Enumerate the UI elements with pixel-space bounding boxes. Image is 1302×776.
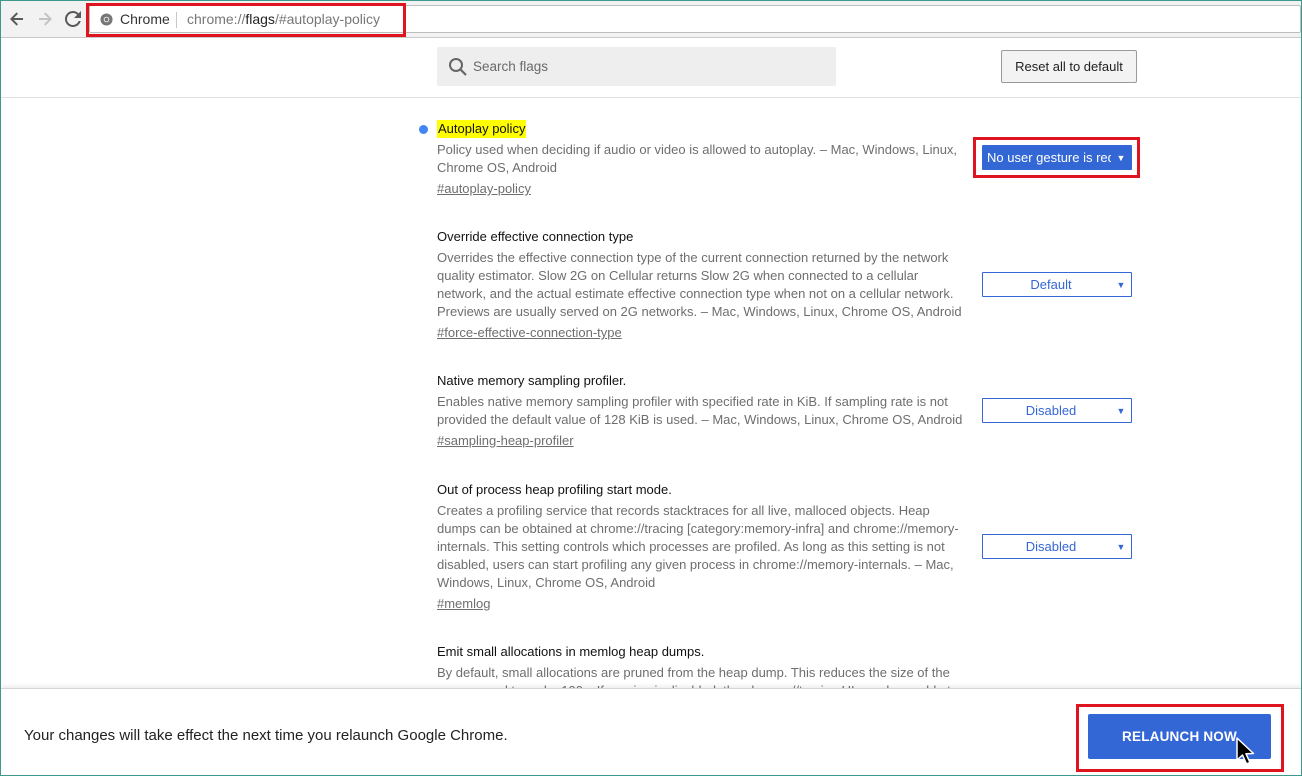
forward-button[interactable] bbox=[35, 9, 55, 29]
relaunch-message: Your changes will take effect the next t… bbox=[24, 727, 508, 744]
experiment-description: Creates a profiling service that records… bbox=[437, 503, 959, 590]
experiment-title: Native memory sampling profiler. bbox=[437, 373, 627, 388]
chevron-down-icon: ▼ bbox=[1116, 541, 1126, 552]
experiment-autoplay-policy: Autoplay policy Policy used when decidin… bbox=[437, 120, 977, 198]
reload-button[interactable] bbox=[63, 9, 83, 29]
arrow-left-icon bbox=[10, 12, 23, 26]
browser-window: Chrome chrome://flags/#autoplay-policy R… bbox=[0, 0, 1302, 776]
experiment-description: Policy used when deciding if audio or vi… bbox=[437, 142, 958, 175]
connection-type-select[interactable]: Default ▼ bbox=[982, 272, 1132, 297]
search-input[interactable] bbox=[473, 47, 813, 86]
experiment-link[interactable]: #sampling-heap-profiler bbox=[437, 432, 574, 450]
back-button[interactable] bbox=[7, 9, 27, 29]
arrow-right-icon bbox=[39, 12, 52, 26]
reset-all-button[interactable]: Reset all to default bbox=[1001, 50, 1137, 83]
mouse-cursor-icon bbox=[1236, 737, 1255, 765]
select-value: Disabled bbox=[1025, 403, 1077, 418]
experiment-title: Override effective connection type bbox=[437, 229, 634, 244]
chevron-down-icon: ▼ bbox=[1116, 405, 1126, 416]
relaunch-bar: Your changes will take effect the next t… bbox=[1, 688, 1301, 775]
chevron-down-icon: ▼ bbox=[1116, 279, 1126, 290]
experiment-memlog: Out of process heap profiling start mode… bbox=[437, 481, 977, 613]
browser-toolbar: Chrome chrome://flags/#autoplay-policy bbox=[1, 1, 1301, 38]
select-value: Default bbox=[1030, 277, 1072, 292]
header-divider bbox=[1, 97, 1301, 98]
experiment-description: Enables native memory sampling profiler … bbox=[437, 394, 963, 427]
annotation-box-url bbox=[86, 3, 406, 37]
memlog-select[interactable]: Disabled ▼ bbox=[982, 534, 1132, 559]
modified-indicator bbox=[419, 125, 428, 134]
experiment-title: Out of process heap profiling start mode… bbox=[437, 482, 672, 497]
experiment-description: Overrides the effective connection type … bbox=[437, 250, 962, 319]
experiment-link[interactable]: #autoplay-policy bbox=[437, 180, 531, 198]
search-box[interactable] bbox=[437, 47, 836, 86]
experiment-connection-type: Override effective connection type Overr… bbox=[437, 228, 977, 342]
search-icon bbox=[449, 58, 467, 76]
experiment-link[interactable]: #memlog bbox=[437, 595, 490, 613]
experiment-sampling-profiler: Native memory sampling profiler. Enables… bbox=[437, 372, 977, 450]
sampling-profiler-select[interactable]: Disabled ▼ bbox=[982, 398, 1132, 423]
experiment-title: Emit small allocations in memlog heap du… bbox=[437, 644, 705, 659]
annotation-box-select bbox=[973, 137, 1140, 178]
select-value: Disabled bbox=[1025, 539, 1077, 554]
experiment-title: Autoplay policy bbox=[437, 120, 527, 138]
experiment-link[interactable]: #force-effective-connection-type bbox=[437, 324, 622, 342]
reload-icon bbox=[65, 11, 81, 27]
